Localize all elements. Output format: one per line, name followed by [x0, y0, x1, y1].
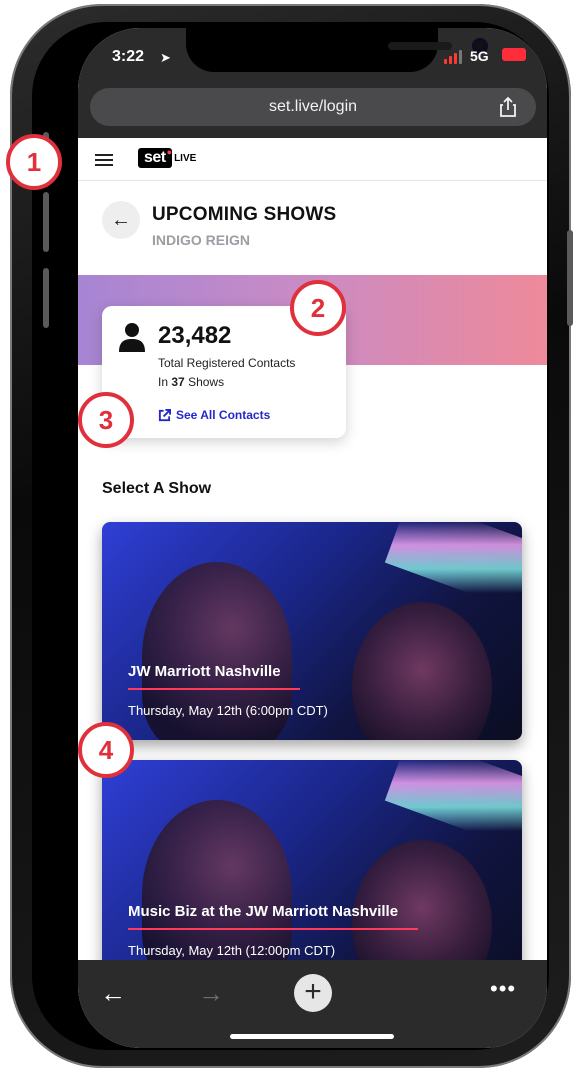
see-all-label: See All Contacts: [176, 408, 271, 422]
side-button-power: [567, 230, 573, 326]
person-icon: [119, 323, 145, 352]
shows-count: 37: [171, 375, 185, 389]
more-options-icon[interactable]: •••: [490, 976, 516, 1002]
signal-icon: [444, 50, 462, 64]
callout-marker: 2: [290, 280, 346, 336]
page-title: UPCOMING SHOWS: [152, 204, 337, 225]
contacts-label: Total Registered Contacts: [158, 356, 296, 370]
section-title: Select A Show: [102, 480, 212, 497]
share-icon[interactable]: [496, 95, 520, 119]
show-venue: JW Marriott Nashville: [128, 663, 281, 680]
logo-suffix: LIVE: [174, 152, 197, 164]
browser-bottom-toolbar: ← → + •••: [78, 960, 547, 1048]
show-venue: Music Biz at the JW Marriott Nashville: [128, 903, 399, 920]
side-button-volume-down: [43, 268, 49, 328]
browser-forward-icon[interactable]: →: [198, 978, 224, 1009]
set-live-logo[interactable]: set ● LIVE: [138, 147, 197, 168]
show-card[interactable]: JW Marriott Nashville Thursday, May 12th…: [102, 522, 522, 740]
url-text: set.live/login: [268, 98, 358, 115]
card-art-streak: [384, 760, 522, 856]
shows-prefix: In: [158, 375, 169, 389]
status-time: 3:22: [112, 48, 145, 65]
phone-screen: 3:22 ➤ 5G set.live/login set ● LIVE ← UP…: [78, 28, 547, 1048]
hamburger-menu-icon[interactable]: [95, 154, 113, 166]
logo-dot: ●: [166, 147, 173, 157]
show-date: Thursday, May 12th (12:00pm CDT): [128, 943, 336, 958]
app-header: set ● LIVE: [78, 138, 547, 181]
venue-underline: [128, 928, 418, 930]
venue-underline: [128, 688, 300, 690]
card-art-streak: [384, 522, 522, 618]
artist-name: INDIGO REIGN: [152, 232, 251, 248]
notch: [186, 28, 488, 72]
browser-back-icon[interactable]: ←: [100, 978, 126, 1009]
shows-count-line: In 37 Shows: [158, 375, 224, 389]
url-bar[interactable]: set.live/login: [90, 88, 536, 126]
speaker: [388, 42, 452, 50]
battery-icon: [502, 48, 526, 61]
callout-marker: 1: [6, 134, 62, 190]
card-art-figure: [352, 602, 492, 740]
see-all-contacts-link[interactable]: See All Contacts: [158, 408, 270, 422]
home-indicator: [230, 1034, 394, 1039]
callout-marker: 4: [78, 722, 134, 778]
contacts-count: 23,482: [158, 322, 232, 349]
show-date: Thursday, May 12th (6:00pm CDT): [128, 703, 328, 718]
callout-marker: 3: [78, 392, 134, 448]
browser-top-bar: 3:22 ➤ 5G set.live/login: [78, 28, 547, 138]
external-link-icon: [158, 408, 171, 421]
location-arrow-icon: ➤: [160, 50, 171, 65]
network-type: 5G: [470, 48, 489, 64]
back-button[interactable]: ←: [102, 201, 140, 239]
new-tab-plus-icon[interactable]: +: [294, 974, 332, 1012]
shows-suffix: Shows: [188, 375, 225, 389]
side-button-volume-up: [43, 192, 49, 252]
